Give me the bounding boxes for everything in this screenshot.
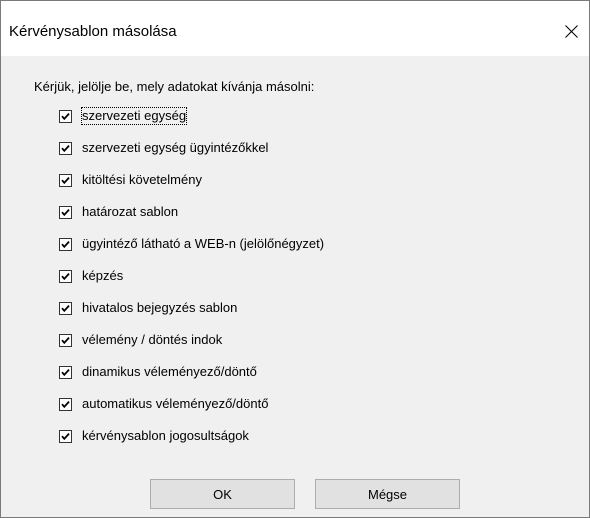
checkbox[interactable] [59, 430, 72, 443]
checkbox[interactable] [59, 238, 72, 251]
option-label: vélemény / döntés indok [82, 332, 223, 347]
checkmark-icon [61, 208, 70, 217]
checkmark-icon [61, 272, 70, 281]
option-kepzes[interactable]: képzés [59, 268, 559, 300]
cancel-button[interactable]: Mégse [315, 479, 460, 509]
checkmark-icon [61, 432, 70, 441]
option-label: képzés [82, 268, 124, 283]
option-kitoltesi-kovetelmeny[interactable]: kitöltési követelmény [59, 172, 559, 204]
option-label: határozat sablon [82, 204, 179, 219]
checkbox[interactable] [59, 142, 72, 155]
option-hivatalos-bejegyzes-sablon[interactable]: hivatalos bejegyzés sablon [59, 300, 559, 332]
checkmark-icon [61, 112, 70, 121]
option-label: szervezeti egység ügyintézőkkel [82, 140, 269, 155]
checkmark-icon [61, 144, 70, 153]
window-title: Kérvénysablon másolása [9, 23, 177, 40]
checkmark-icon [61, 240, 70, 249]
option-list: szervezeti egység szervezeti egység ügyi… [59, 107, 559, 460]
option-szervezeti-egyseg-ugyintezokkel[interactable]: szervezeti egység ügyintézőkkel [59, 140, 559, 172]
checkmark-icon [61, 304, 70, 313]
checkmark-icon [61, 368, 70, 377]
option-label: szervezeti egység [80, 107, 188, 125]
checkmark-icon [61, 176, 70, 185]
instruction-text: Kérjük, jelölje be, mely adatokat kívánj… [34, 79, 315, 94]
option-label: kérvénysablon jogosultságok [82, 428, 249, 443]
option-label: ügyintéző látható a WEB-n (jelölőnégyzet… [82, 236, 325, 251]
copy-template-dialog: Kérvénysablon másolása Kérjük, jelölje b… [0, 0, 590, 518]
checkbox[interactable] [59, 206, 72, 219]
option-szervezeti-egyseg[interactable]: szervezeti egység [59, 107, 559, 140]
option-label: kitöltési követelmény [82, 172, 202, 187]
checkbox[interactable] [59, 270, 72, 283]
checkbox[interactable] [59, 302, 72, 315]
close-button[interactable] [553, 15, 589, 47]
option-hatarozat-sablon[interactable]: határozat sablon [59, 204, 559, 236]
option-label: hivatalos bejegyzés sablon [82, 300, 238, 315]
checkbox[interactable] [59, 366, 72, 379]
title-bar: Kérvénysablon másolása [1, 1, 589, 56]
ok-button[interactable]: OK [150, 479, 295, 509]
checkmark-icon [61, 336, 70, 345]
checkbox[interactable] [59, 334, 72, 347]
checkmark-icon [61, 400, 70, 409]
checkbox[interactable] [59, 398, 72, 411]
checkbox[interactable] [59, 174, 72, 187]
option-automatikus-velemenyezo-donto[interactable]: automatikus véleményező/döntő [59, 396, 559, 428]
option-kervenysablon-jogosultsagok[interactable]: kérvénysablon jogosultságok [59, 428, 559, 460]
option-ugyintezo-lathato-web[interactable]: ügyintéző látható a WEB-n (jelölőnégyzet… [59, 236, 559, 268]
option-velemeny-dontes-indok[interactable]: vélemény / döntés indok [59, 332, 559, 364]
option-label: automatikus véleményező/döntő [82, 396, 269, 411]
option-label: dinamikus véleményező/döntő [82, 364, 257, 379]
checkbox[interactable] [59, 110, 72, 123]
option-dinamikus-velemenyezo-donto[interactable]: dinamikus véleményező/döntő [59, 364, 559, 396]
close-icon [564, 24, 578, 38]
